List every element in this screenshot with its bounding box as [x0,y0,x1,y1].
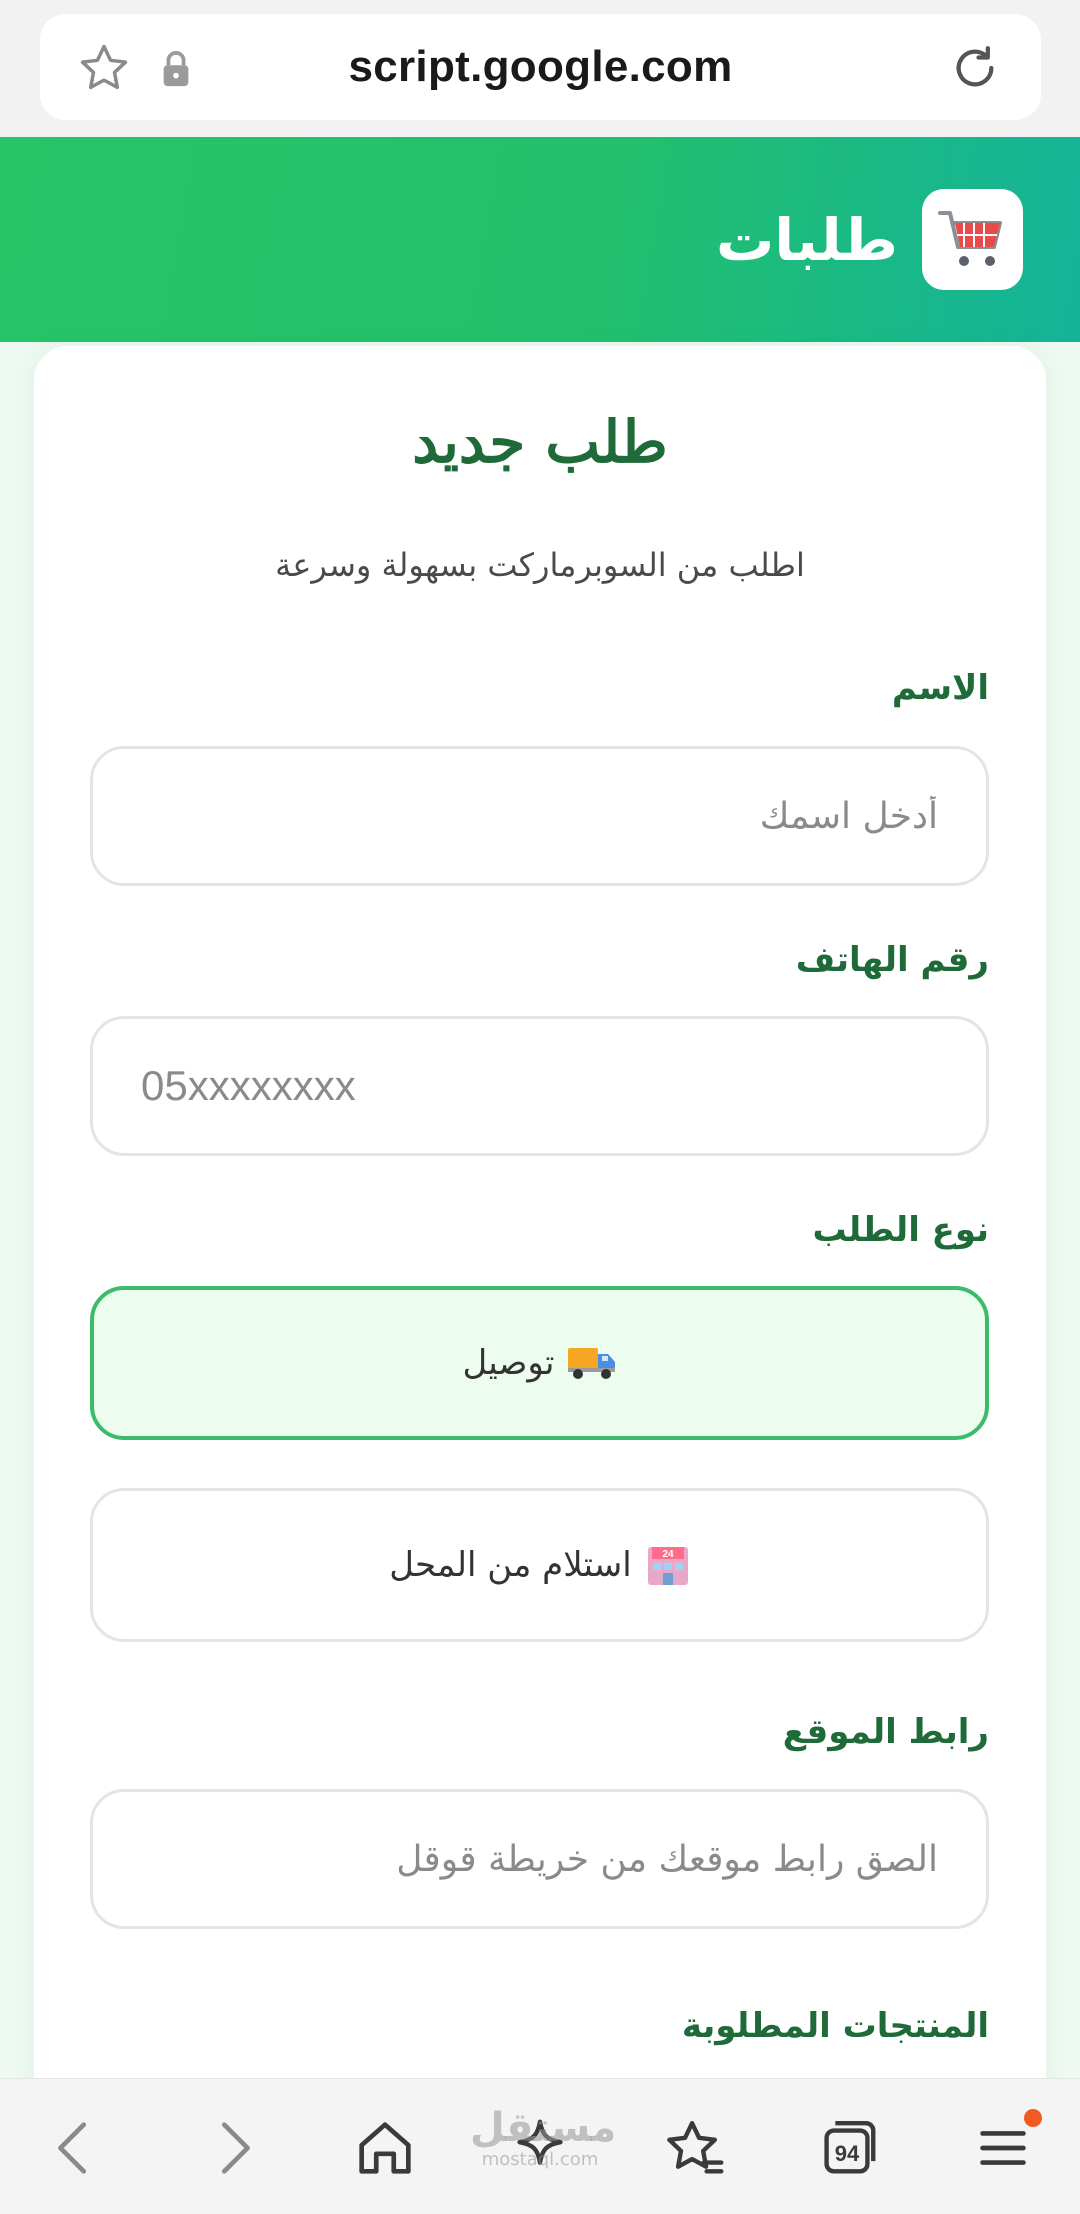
cart-logo [922,189,1023,290]
order-type-pickup[interactable]: 24 استلام من المحل [90,1488,989,1642]
form-title: طلب جديد [412,408,668,476]
bookmarks-star-icon[interactable] [660,2113,730,2183]
tabs-button[interactable]: 94 [812,2113,882,2183]
form-subtitle: اطلب من السوبرماركت بسهولة وسرعة [275,546,805,584]
order-type-delivery[interactable]: توصيل [90,1286,989,1440]
location-input[interactable] [93,1792,986,1926]
app-header: طلبات [0,137,1080,342]
phone-label: رقم الهاتف [795,940,989,980]
products-label: المنتجات المطلوبة [681,2006,989,2046]
name-field[interactable] [90,746,989,886]
name-label: الاسم [891,668,989,708]
shopping-cart-icon [938,211,1002,266]
watermark-logo: مستقل mostaql.com [470,2105,617,2170]
menu-button[interactable] [968,2109,1042,2183]
url-bar[interactable]: script.google.com [40,14,1041,120]
url-text[interactable]: script.google.com [40,14,1041,120]
order-type-delivery-label: توصيل [462,1343,555,1383]
store-icon: 24 [646,1543,690,1587]
order-type-label: نوع الطلب [812,1210,989,1250]
location-field[interactable] [90,1789,989,1929]
order-form-card: طلب جديد اطلب من السوبرماركت بسهولة وسرع… [34,346,1046,2146]
app-title: طلبات [715,206,898,274]
reload-icon[interactable] [947,40,1003,96]
forward-arrow-icon[interactable] [198,2113,268,2183]
phone-input[interactable] [93,1019,986,1153]
phone-field[interactable] [90,1016,989,1156]
back-arrow-icon[interactable] [40,2113,110,2183]
notification-dot [1024,2109,1042,2127]
name-input[interactable] [93,749,986,883]
svg-text:24: 24 [662,1549,674,1560]
watermark-sub: mostaql.com [481,2149,599,2170]
location-label: رابط الموقع [782,1712,989,1752]
browser-address-area: script.google.com [0,0,1080,137]
tab-count: 94 [834,2141,860,2166]
order-type-pickup-label: استلام من المحل [389,1545,632,1585]
delivery-truck-icon [568,1346,616,1380]
watermark-main: مستقل [470,2105,617,2151]
home-icon[interactable] [350,2113,420,2183]
